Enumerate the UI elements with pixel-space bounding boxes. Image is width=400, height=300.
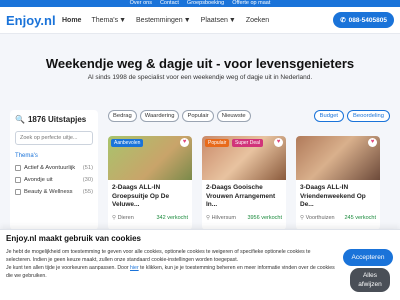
heart-icon[interactable]: ♥ — [274, 138, 283, 147]
badge-populair: Populair — [205, 139, 230, 147]
themas-heading: Thema's — [15, 153, 38, 159]
card-location: ⚲ Dieren — [112, 215, 134, 221]
thema-option-label: Actief & Avontuurlijk — [24, 165, 76, 171]
cookie-settings-link[interactable]: hier — [130, 265, 139, 271]
heart-icon[interactable]: ♥ — [180, 138, 189, 147]
card-image[interactable]: ♥ — [296, 136, 380, 180]
sort-filters: Bedrag Waardering Populair Nieuwste — [108, 110, 251, 122]
main-navigation: Enjoy.nl Home Thema's ▼ Bestemmingen ▼ Pla… — [0, 7, 400, 34]
filter-waardering[interactable]: Waardering — [139, 110, 180, 122]
search-input[interactable] — [15, 131, 93, 145]
nav-plaatsen-label: Plaatsen — [200, 16, 228, 24]
topbar-link-offerte[interactable]: Offerte op maat — [232, 0, 270, 7]
nav-zoeken-label: Zoeken — [245, 16, 270, 24]
card-location: ⚲ Voorthuizen — [300, 215, 335, 221]
card-sold: 3956 verkocht — [247, 214, 282, 221]
badge-aanbevolen: Aanbevolen — [111, 139, 144, 147]
thema-option[interactable]: Beauty & Wellness (55) — [15, 189, 93, 195]
page-subtitle: Al sinds 1998 de specialist voor een wee… — [87, 74, 313, 81]
phone-button[interactable]: ✆ 088-5405805 — [333, 12, 394, 28]
card-location-label: Voorthuizen — [305, 214, 335, 221]
thema-option-count: (55) — [82, 189, 93, 195]
card-title[interactable]: 2-Daags Gooische Vrouwen Arrangement In.… — [202, 180, 286, 210]
hero-section: Weekendje weg & dagje uit - voor levensg… — [0, 34, 400, 117]
nav-bestemmingen-label: Bestemmingen — [136, 16, 183, 24]
product-card[interactable]: Populair Super Deal ♥ 2-Daags Gooische V… — [202, 136, 286, 230]
filter-nieuwste[interactable]: Nieuwste — [216, 110, 251, 122]
accept-cookies-button[interactable]: Accepteren — [343, 249, 393, 266]
top-utility-bar: Over ons Contact Groepsboeking Offerte o… — [0, 0, 400, 7]
topbar-link-contact[interactable]: Contact — [160, 0, 179, 7]
product-card[interactable]: ♥ 3-Daags ALL-IN Vriendenweekend Op De..… — [296, 136, 380, 230]
cookie-text: Je hebt de mogelijkheid om toestemming t… — [6, 248, 336, 280]
card-location-label: Dieren — [117, 214, 134, 221]
page-title: Weekendje weg & dagje uit - voor levensg… — [45, 56, 355, 71]
location-pin-icon: ⚲ — [300, 214, 305, 221]
card-location: ⚲ Hilversum — [206, 215, 236, 221]
checkbox[interactable] — [15, 177, 21, 183]
search-icon: 🔍 — [15, 115, 25, 124]
card-title[interactable]: 3-Daags ALL-IN Vriendenweekend Op De... — [296, 180, 380, 210]
checkbox[interactable] — [15, 189, 21, 195]
site-logo[interactable]: Enjoy.nl — [6, 13, 62, 28]
filter-bedrag[interactable]: Bedrag — [108, 110, 137, 122]
thema-option-count: (51) — [82, 165, 93, 171]
badge-super-deal: Super Deal — [232, 139, 264, 147]
topbar-link-over-ons[interactable]: Over ons — [130, 0, 152, 7]
cookie-text-2a: Je kunt ten allen tijde je voorkeuren aa… — [6, 265, 131, 271]
cookie-text-1: Je hebt de mogelijkheid om toestemming t… — [6, 249, 311, 263]
nav-zoeken[interactable]: Zoeken — [246, 17, 269, 24]
thema-option[interactable]: Avondje uit (30) — [15, 177, 93, 183]
filter-sidebar: 🔍 1876 Uitstapjes Thema's Actief & Avont… — [10, 110, 98, 230]
results-count-label: 1876 Uitstapjes — [27, 115, 87, 124]
chevron-down-icon: ▼ — [119, 16, 127, 24]
card-location-label: Hilversum — [211, 214, 237, 221]
filter-populair[interactable]: Populair — [182, 110, 214, 122]
extra-filters: Budget Beoordeling — [313, 110, 390, 122]
phone-number: 088-5405805 — [348, 16, 387, 24]
nav-plaatsen[interactable]: Plaatsen ▼ — [201, 17, 236, 24]
heart-icon[interactable]: ♥ — [368, 138, 377, 147]
topbar-link-groepsboeking[interactable]: Groepsboeking — [187, 0, 224, 7]
reject-cookies-button[interactable]: Alles afwijzen — [350, 268, 390, 292]
nav-home-label: Home — [62, 16, 82, 24]
card-sold: 342 verkocht — [156, 214, 189, 221]
card-image[interactable]: Aanbevolen ♥ — [108, 136, 192, 180]
cookie-title: Enjoy.nl maakt gebruik van cookies — [6, 234, 142, 243]
filter-beoordeling[interactable]: Beoordeling — [347, 110, 390, 122]
chevron-down-icon: ▼ — [183, 16, 191, 24]
thema-option-count: (30) — [82, 177, 93, 183]
nav-home[interactable]: Home — [62, 17, 81, 24]
cookie-banner: Enjoy.nl maakt gebruik van cookies Je he… — [0, 229, 400, 300]
nav-bestemmingen[interactable]: Bestemmingen ▼ — [136, 17, 191, 24]
location-pin-icon: ⚲ — [206, 214, 211, 221]
nav-themas[interactable]: Thema's ▼ — [91, 17, 126, 24]
card-image[interactable]: Populair Super Deal ♥ — [202, 136, 286, 180]
card-sold: 245 verkocht — [344, 214, 377, 221]
thema-option-label: Avondje uit — [24, 177, 53, 183]
results-count: 🔍 1876 Uitstapjes — [15, 115, 93, 124]
phone-icon: ✆ — [340, 17, 346, 24]
card-title[interactable]: 2-Daags ALL-IN Groepsuitje Op De Veluwe.… — [108, 180, 192, 210]
filter-budget[interactable]: Budget — [313, 110, 345, 122]
location-pin-icon: ⚲ — [112, 214, 117, 221]
thema-option[interactable]: Actief & Avontuurlijk (51) — [15, 165, 93, 171]
chevron-down-icon: ▼ — [228, 16, 236, 24]
product-card[interactable]: Aanbevolen ♥ 2-Daags ALL-IN Groepsuitje … — [108, 136, 192, 230]
checkbox[interactable] — [15, 165, 21, 171]
thema-option-label: Beauty & Wellness — [24, 189, 73, 195]
nav-themas-label: Thema's — [91, 16, 119, 24]
